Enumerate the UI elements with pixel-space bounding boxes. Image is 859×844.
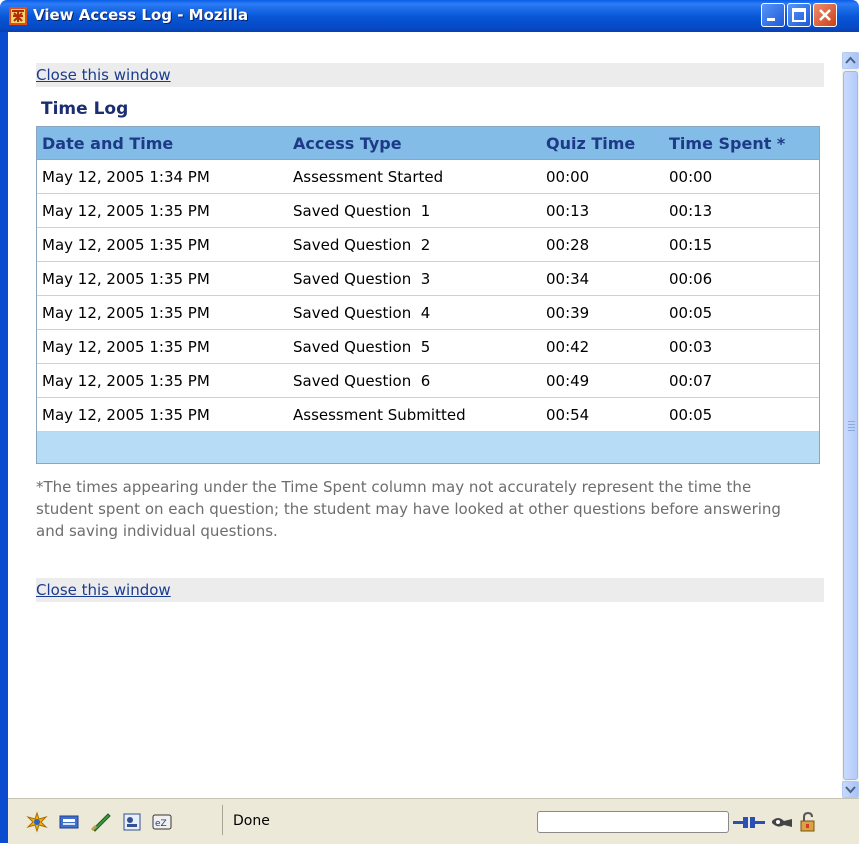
- table-row: May 12, 2005 1:35 PM Saved Question 1 00…: [37, 194, 819, 228]
- window-frame-left: [0, 32, 8, 843]
- window-title: View Access Log - Mozilla: [33, 6, 249, 24]
- close-icon: [819, 9, 831, 21]
- cell-time-spent: 00:00: [669, 168, 713, 186]
- cell-quiz-time: 00:42: [546, 338, 590, 356]
- maximize-button[interactable]: [787, 3, 811, 27]
- cell-date-time: May 12, 2005 1:35 PM: [42, 270, 210, 288]
- table-footer-row: [37, 432, 819, 463]
- cell-date-time: May 12, 2005 1:35 PM: [42, 338, 210, 356]
- cell-date-time: May 12, 2005 1:35 PM: [42, 406, 210, 424]
- cell-access-type: Saved Question 6: [293, 372, 431, 390]
- cell-date-time: May 12, 2005 1:35 PM: [42, 372, 210, 390]
- chevron-up-icon: [845, 56, 856, 64]
- cell-time-spent: 00:05: [669, 304, 713, 322]
- cell-quiz-time: 00:13: [546, 202, 590, 220]
- maximize-icon: [792, 8, 806, 22]
- cell-date-time: May 12, 2005 1:35 PM: [42, 202, 210, 220]
- cell-quiz-time: 00:28: [546, 236, 590, 254]
- table-row: May 12, 2005 1:35 PM Saved Question 4 00…: [37, 296, 819, 330]
- cell-time-spent: 00:15: [669, 236, 713, 254]
- irc-chat-icon[interactable]: eZ: [151, 811, 173, 833]
- column-header-time-spent: Time Spent *: [669, 134, 786, 153]
- scroll-up-button[interactable]: [842, 52, 859, 69]
- cell-date-time: May 12, 2005 1:35 PM: [42, 236, 210, 254]
- table-row: May 12, 2005 1:35 PM Saved Question 6 00…: [37, 364, 819, 398]
- cell-access-type: Saved Question 5: [293, 338, 431, 356]
- cell-quiz-time: 00:54: [546, 406, 590, 424]
- cell-access-type: Assessment Started: [293, 168, 444, 186]
- scroll-down-button[interactable]: [842, 781, 859, 798]
- scroll-grip-line: [848, 430, 855, 431]
- top-link-bar: Close this window: [36, 63, 824, 87]
- cell-quiz-time: 00:49: [546, 372, 590, 390]
- minimize-button[interactable]: [761, 3, 785, 27]
- cell-time-spent: 00:03: [669, 338, 713, 356]
- cell-quiz-time: 00:34: [546, 270, 590, 288]
- status-bar: eZ Done: [8, 798, 859, 844]
- vertical-scrollbar[interactable]: [842, 52, 859, 798]
- close-window-button[interactable]: [813, 3, 837, 27]
- lock-icon[interactable]: [798, 811, 818, 833]
- cell-quiz-time: 00:39: [546, 304, 590, 322]
- table-row: May 12, 2005 1:35 PM Saved Question 5 00…: [37, 330, 819, 364]
- security-icon[interactable]: [770, 811, 794, 833]
- cell-time-spent: 00:07: [669, 372, 713, 390]
- scrollbar-thumb[interactable]: [843, 71, 858, 780]
- table-row: May 12, 2005 1:35 PM Saved Question 2 00…: [37, 228, 819, 262]
- cell-quiz-time: 00:00: [546, 168, 590, 186]
- cell-access-type: Saved Question 3: [293, 270, 431, 288]
- svg-text:eZ: eZ: [155, 819, 167, 829]
- online-plug-icon[interactable]: [732, 811, 766, 833]
- cell-access-type: Saved Question 1: [293, 202, 431, 220]
- cell-time-spent: 00:05: [669, 406, 713, 424]
- composer-icon[interactable]: [90, 811, 112, 833]
- close-window-link-bottom[interactable]: Close this window: [36, 581, 171, 599]
- cell-access-type: Saved Question 2: [293, 236, 431, 254]
- navigator-icon[interactable]: [26, 811, 48, 833]
- bottom-link-bar: Close this window: [36, 578, 824, 602]
- scroll-grip-line: [848, 421, 855, 422]
- scroll-grip-line: [848, 424, 855, 425]
- time-log-table: Date and Time Access Type Quiz Time Time…: [36, 126, 820, 464]
- minimize-icon: [767, 18, 775, 21]
- column-header-access-type: Access Type: [293, 134, 402, 153]
- table-header-row: Date and Time Access Type Quiz Time Time…: [37, 127, 819, 160]
- title-bar: View Access Log - Mozilla: [0, 0, 859, 32]
- chevron-down-icon: [845, 786, 856, 794]
- cell-access-type: Assessment Submitted: [293, 406, 466, 424]
- cell-time-spent: 00:13: [669, 202, 713, 220]
- table-row: May 12, 2005 1:34 PM Assessment Started …: [37, 160, 819, 194]
- table-row: May 12, 2005 1:35 PM Assessment Submitte…: [37, 398, 819, 432]
- cell-date-time: May 12, 2005 1:34 PM: [42, 168, 210, 186]
- progress-field: [537, 811, 729, 833]
- status-separator: [222, 805, 223, 835]
- page-content: Close this window Time Log Date and Time…: [8, 32, 842, 798]
- cell-time-spent: 00:06: [669, 270, 713, 288]
- mozilla-app-icon[interactable]: [9, 7, 27, 25]
- cell-date-time: May 12, 2005 1:35 PM: [42, 304, 210, 322]
- column-header-date-time: Date and Time: [42, 134, 174, 153]
- scroll-grip-line: [848, 427, 855, 428]
- table-row: May 12, 2005 1:35 PM Saved Question 3 00…: [37, 262, 819, 296]
- close-window-link-top[interactable]: Close this window: [36, 66, 171, 84]
- mail-icon[interactable]: [58, 811, 80, 833]
- time-log-title: Time Log: [41, 99, 129, 119]
- address-book-icon[interactable]: [121, 811, 143, 833]
- time-spent-footnote: *The times appearing under the Time Spen…: [36, 478, 781, 540]
- column-header-quiz-time: Quiz Time: [546, 134, 636, 153]
- cell-access-type: Saved Question 4: [293, 304, 431, 322]
- status-text: Done: [233, 813, 270, 829]
